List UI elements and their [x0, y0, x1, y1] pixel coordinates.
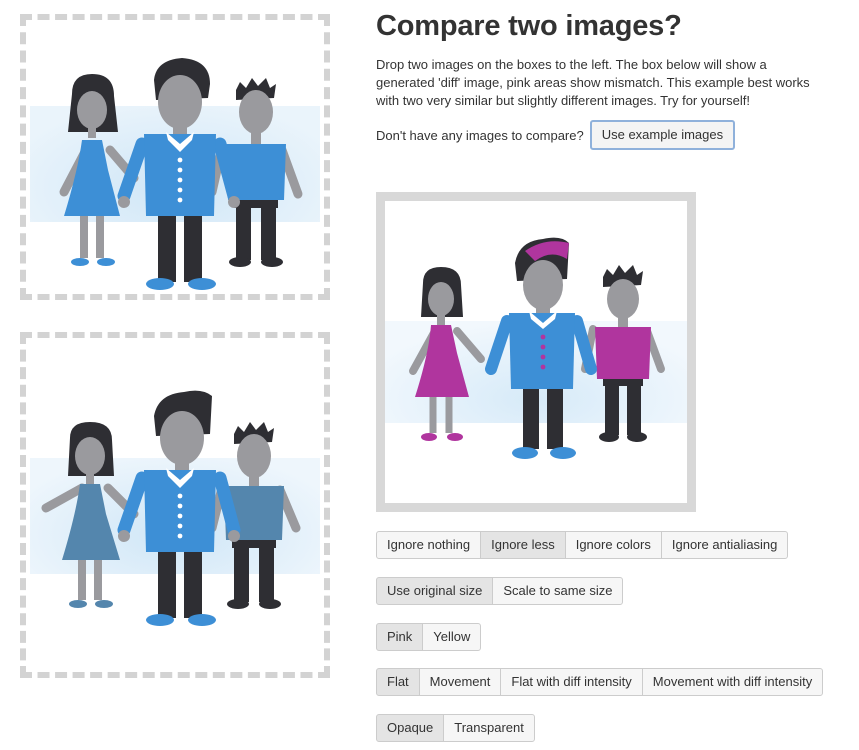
pink-button[interactable]: Pink: [376, 623, 424, 651]
opaque-button[interactable]: Opaque: [376, 714, 445, 742]
ignore-colors-button[interactable]: Ignore colors: [564, 531, 662, 559]
yellow-button[interactable]: Yellow: [422, 623, 482, 651]
family-illustration-2: [30, 390, 320, 626]
transparency-options-group: Opaque Transparent: [376, 714, 535, 742]
flat-with-diff-intensity-button[interactable]: Flat with diff intensity: [500, 668, 643, 696]
example-prompt: Don't have any images to compare?: [376, 127, 584, 143]
scale-to-same-size-button[interactable]: Scale to same size: [492, 577, 624, 605]
man-figure: [117, 58, 241, 290]
flat-button[interactable]: Flat: [376, 668, 420, 696]
transparent-button[interactable]: Transparent: [443, 714, 535, 742]
ignore-options-group: Ignore nothing Ignore less Ignore colors…: [376, 531, 789, 559]
page-title: Compare two images?: [376, 10, 682, 42]
example-row: Don't have any images to compare? Use ex…: [376, 120, 736, 150]
ignore-less-button[interactable]: Ignore less: [480, 531, 566, 559]
movement-button[interactable]: Movement: [418, 668, 502, 696]
use-example-images-button[interactable]: Use example images: [589, 120, 736, 150]
ignore-antialiasing-button[interactable]: Ignore antialiasing: [660, 531, 789, 559]
use-original-size-button[interactable]: Use original size: [376, 577, 494, 605]
ignore-nothing-button[interactable]: Ignore nothing: [376, 531, 482, 559]
family-illustration-1: [30, 58, 320, 290]
diff-mode-options-group: Flat Movement Flat with diff intensity M…: [376, 668, 824, 696]
image-drop-zone-2[interactable]: [20, 332, 330, 678]
movement-with-diff-intensity-button[interactable]: Movement with diff intensity: [641, 668, 824, 696]
diff-result-image: [376, 192, 696, 512]
page-description: Drop two images on the boxes to the left…: [376, 57, 810, 108]
error-color-options-group: Pink Yellow: [376, 623, 482, 651]
size-options-group: Use original size Scale to same size: [376, 577, 624, 605]
diff-illustration: [385, 237, 687, 459]
image-drop-zone-1[interactable]: [20, 14, 330, 300]
